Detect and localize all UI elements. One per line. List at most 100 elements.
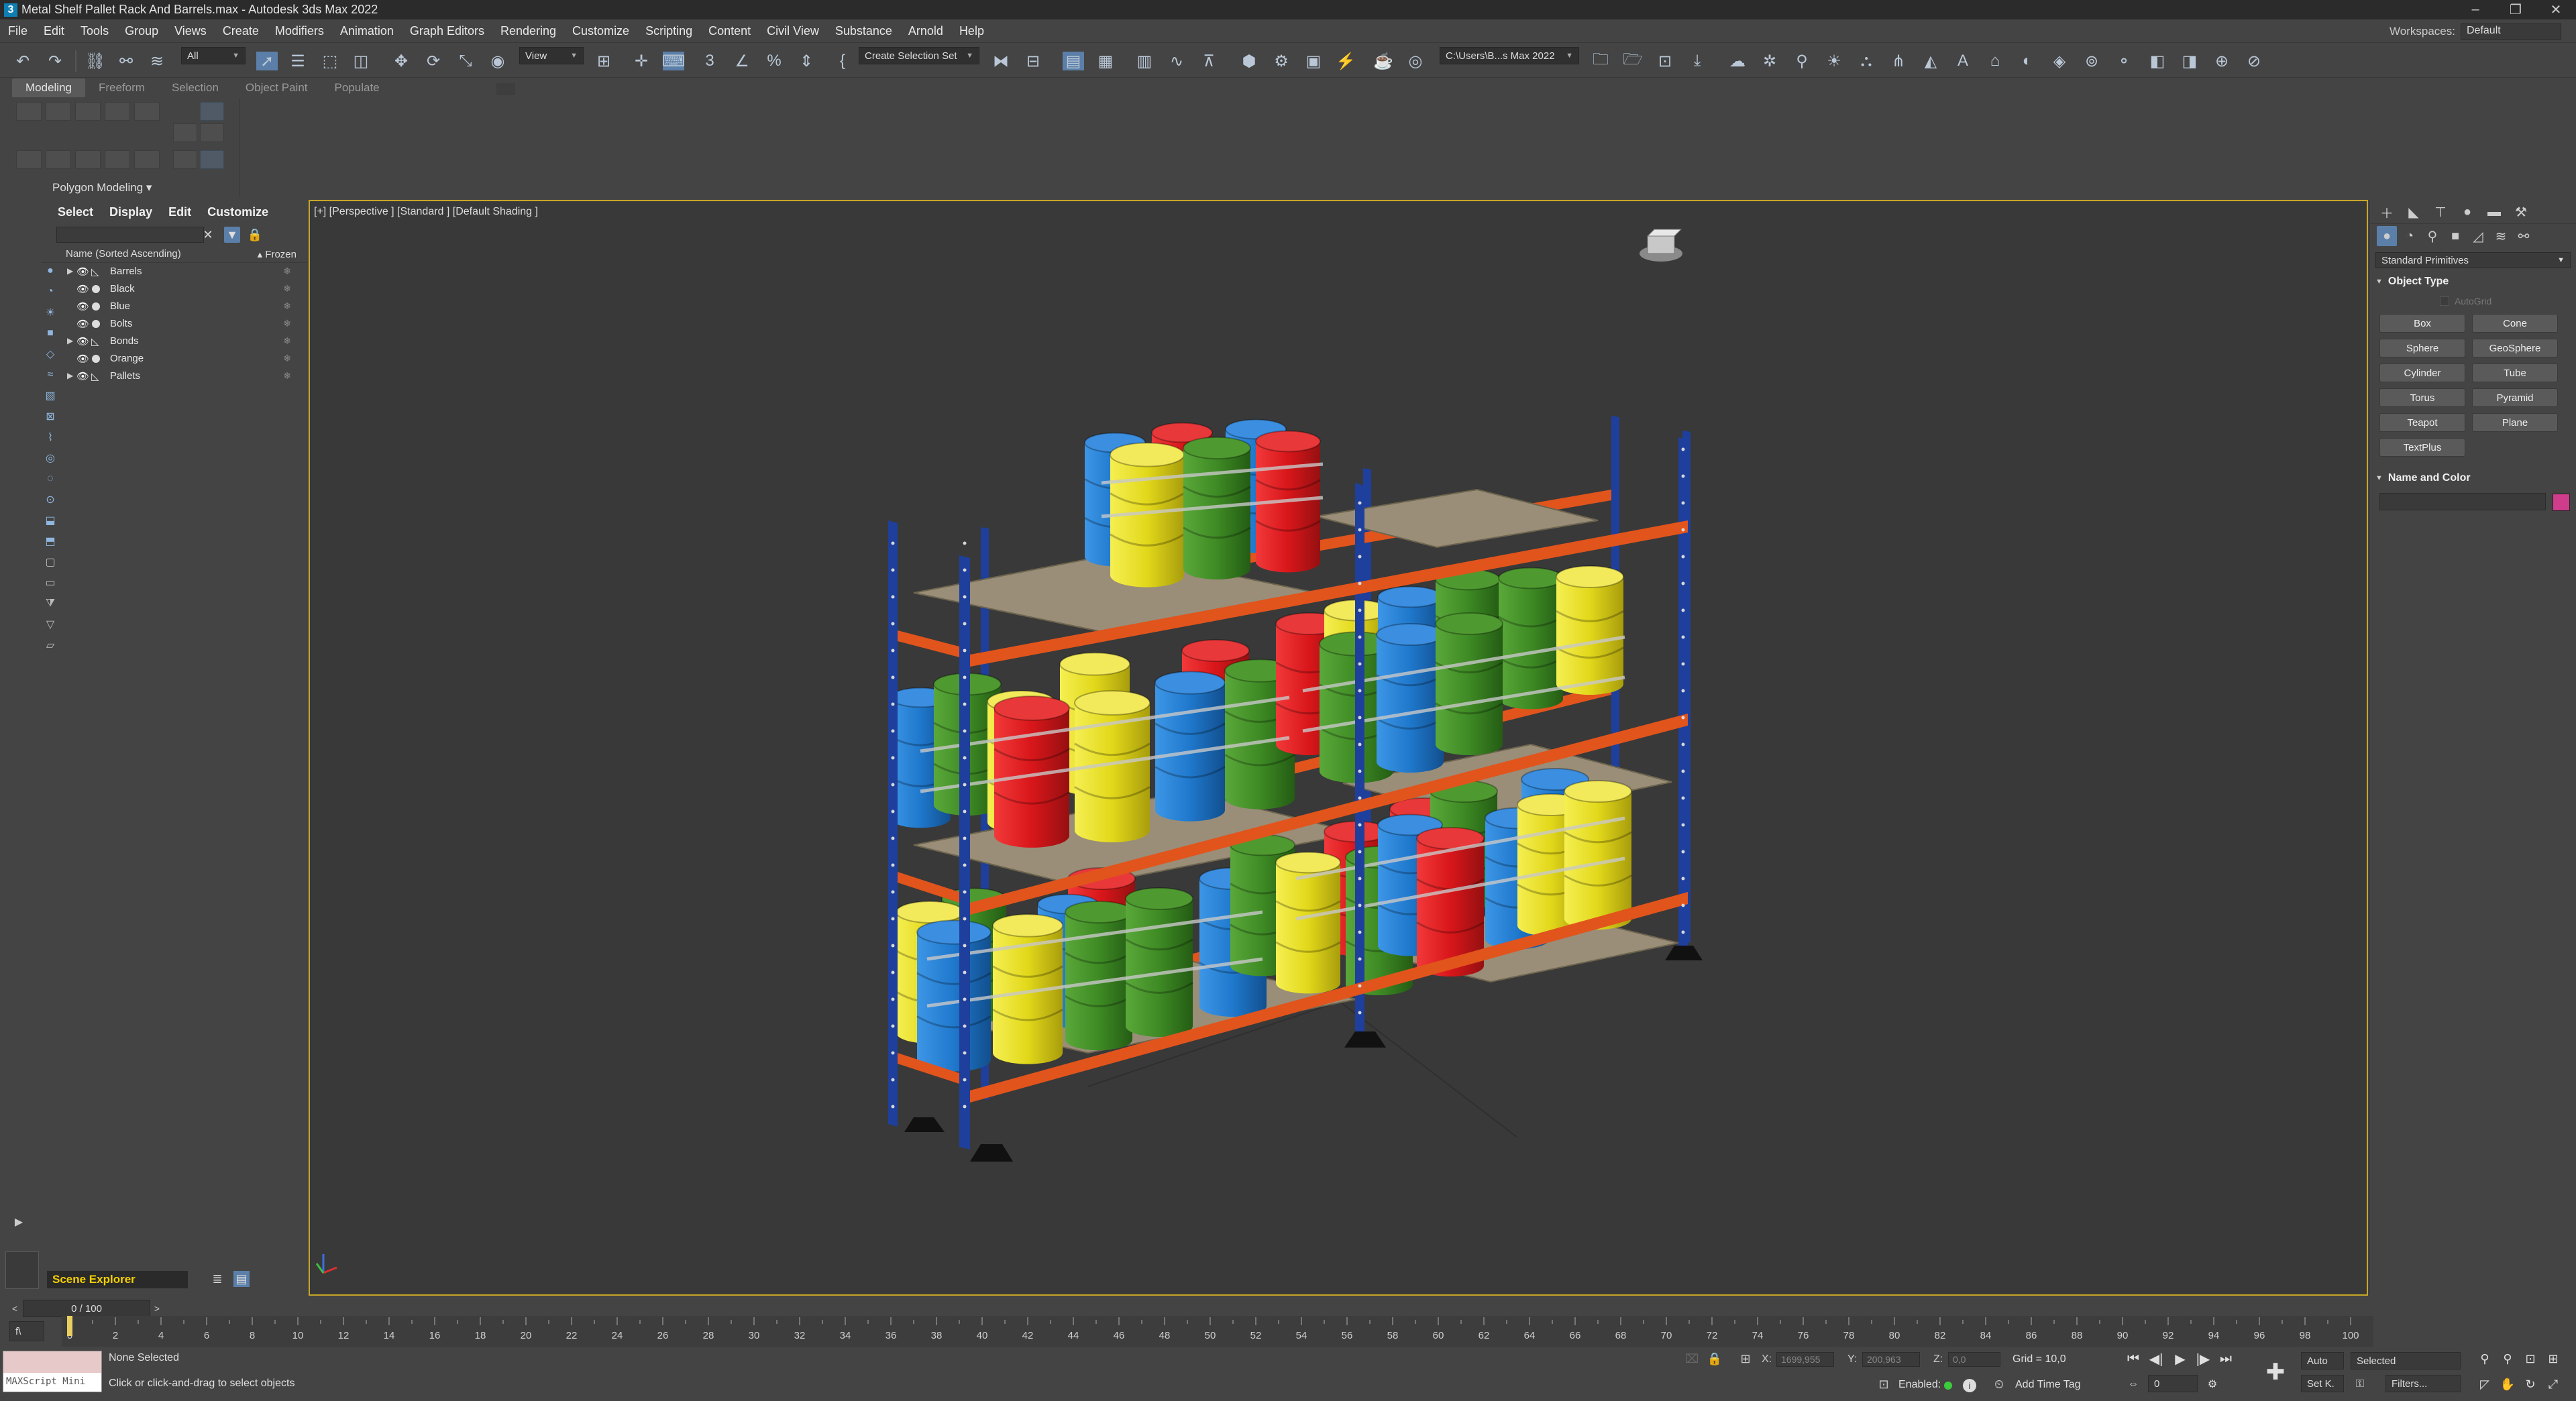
lights-category-icon[interactable]: ⚲ bbox=[2422, 226, 2443, 246]
menu-scripting[interactable]: Scripting bbox=[637, 20, 700, 43]
freeze-icon[interactable]: ❄ bbox=[283, 370, 291, 382]
ribbon-options-button[interactable] bbox=[496, 83, 515, 95]
ribbon-tool-button[interactable] bbox=[16, 102, 42, 121]
visibility-eye-icon[interactable]: 👁 bbox=[76, 266, 89, 278]
menu-edit[interactable]: Edit bbox=[36, 20, 72, 43]
pivot-center-icon[interactable]: ⊞ bbox=[593, 52, 614, 70]
current-frame-field[interactable]: 0 bbox=[2148, 1375, 2198, 1392]
viewport-layout-tab[interactable] bbox=[5, 1251, 39, 1289]
teapot-button[interactable]: Teapot bbox=[2379, 413, 2465, 432]
arnold-render-icon[interactable]: ☁ bbox=[1727, 52, 1748, 70]
geometry-filter-icon[interactable]: ● bbox=[43, 264, 58, 278]
scene-object-row[interactable]: 👁 Black ❄ bbox=[42, 280, 307, 298]
menu-customize[interactable]: Customize bbox=[564, 20, 637, 43]
shapes-category-icon[interactable]: ◔ bbox=[2400, 226, 2420, 246]
time-slider-next-icon[interactable]: > bbox=[150, 1300, 164, 1317]
display-children-icon[interactable]: ⬓ bbox=[43, 513, 58, 528]
time-tag-icon[interactable]: ⏲ bbox=[1988, 1375, 2010, 1394]
ribbon-tool-button[interactable] bbox=[200, 123, 224, 142]
menu-create[interactable]: Create bbox=[215, 20, 267, 43]
select-and-link-icon[interactable]: ⛓ bbox=[85, 52, 106, 70]
ribbon-tab-modeling[interactable]: Modeling bbox=[12, 78, 85, 97]
visibility-eye-icon[interactable]: 👁 bbox=[76, 370, 89, 382]
ribbon-tab-freeform[interactable]: Freeform bbox=[85, 78, 158, 97]
textplus-button[interactable]: TextPlus bbox=[2379, 438, 2465, 457]
arnold-view-icon[interactable]: ⊘ bbox=[2243, 52, 2265, 70]
set-key-button[interactable]: Set K. bbox=[2301, 1375, 2344, 1392]
modify-tab-icon[interactable]: ◣ bbox=[2404, 202, 2424, 222]
systems-category-icon[interactable]: ⚯ bbox=[2514, 226, 2534, 246]
visibility-eye-icon[interactable]: 👁 bbox=[76, 335, 89, 347]
spinner-snap-icon[interactable]: ⇕ bbox=[796, 52, 817, 70]
arnold-frame-icon[interactable]: ⊕ bbox=[2211, 52, 2233, 70]
ribbon-tool-button[interactable] bbox=[105, 150, 130, 169]
key-mode-toggle-icon[interactable]: ⚿ bbox=[2351, 1375, 2369, 1394]
expand-panel-icon[interactable]: ▶ bbox=[8, 1213, 30, 1231]
selection-filter-dropdown[interactable]: All ▼ bbox=[181, 47, 246, 64]
isolate-selection-icon[interactable]: ⌧ bbox=[1681, 1349, 1703, 1368]
ribbon-tool-button[interactable] bbox=[75, 102, 101, 121]
selection-lock-icon[interactable]: 🔒 bbox=[1704, 1349, 1725, 1368]
freeze-icon[interactable]: ❄ bbox=[283, 266, 291, 277]
time-configuration-icon[interactable]: ⚙ bbox=[2203, 1375, 2222, 1394]
edit-named-selection-icon[interactable]: { bbox=[832, 52, 853, 70]
arnold-mapping-icon[interactable]: ◈ bbox=[2049, 52, 2070, 70]
orbit-icon[interactable]: ↻ bbox=[2521, 1375, 2540, 1394]
arnold-light-icon[interactable]: ⚲ bbox=[1791, 52, 1813, 70]
sort-by-hierarchy-icon[interactable]: ≣ bbox=[209, 1271, 225, 1287]
arnold-toggle-icon[interactable]: ◨ bbox=[2179, 52, 2200, 70]
z-coord-field[interactable]: 0,0 bbox=[1948, 1352, 2000, 1367]
go-to-start-icon[interactable]: ⏮ bbox=[2124, 1349, 2143, 1368]
scene-object-row[interactable]: ▶ 👁 ◺ Barrels ❄ bbox=[42, 263, 307, 280]
menu-content[interactable]: Content bbox=[700, 20, 759, 43]
scene-object-row[interactable]: 👁 Orange ❄ bbox=[42, 350, 307, 368]
hierarchy-tab-icon[interactable]: ⊤ bbox=[2430, 202, 2451, 222]
spacewarps-category-icon[interactable]: ≋ bbox=[2491, 226, 2511, 246]
ribbon-tool-button[interactable] bbox=[134, 102, 160, 121]
go-to-end-icon[interactable]: ⏭ bbox=[2216, 1349, 2235, 1368]
helper-filter-icon[interactable]: ◇ bbox=[43, 347, 58, 361]
maxscript-mini-input[interactable]: MAXScript Mini bbox=[3, 1373, 101, 1392]
scene-explorer-name[interactable]: Scene Explorer bbox=[47, 1271, 188, 1288]
layer-icon[interactable]: ▢ bbox=[43, 555, 58, 569]
zoom-extents-all-icon[interactable]: ⊞ bbox=[2544, 1349, 2563, 1368]
display-tab-icon[interactable]: ▬ bbox=[2484, 202, 2504, 222]
filter-funnel-icon[interactable]: ⧩ bbox=[43, 596, 58, 611]
minimize-button[interactable]: – bbox=[2455, 0, 2496, 19]
pan-view-icon[interactable]: ✋ bbox=[2498, 1375, 2517, 1394]
filter-funnel-alt-icon[interactable]: ▽ bbox=[43, 617, 58, 632]
ribbon-toggle-icon[interactable]: ▥ bbox=[1134, 52, 1155, 70]
arnold-settings-icon[interactable]: ✲ bbox=[1759, 52, 1780, 70]
sphere-button[interactable]: Sphere bbox=[2379, 339, 2465, 357]
x-coord-field[interactable]: 1699,955 bbox=[1776, 1352, 1834, 1367]
menu-group[interactable]: Group bbox=[117, 20, 166, 43]
curve-editor-icon[interactable]: ∿ bbox=[1166, 52, 1187, 70]
sort-icon[interactable]: ▭ bbox=[43, 575, 58, 590]
box-button[interactable]: Box bbox=[2379, 314, 2465, 333]
object-name-field[interactable] bbox=[2379, 493, 2546, 510]
key-filters-button[interactable]: Filters... bbox=[2385, 1375, 2461, 1392]
polygon-modeling-label[interactable]: Polygon Modeling ▾ bbox=[52, 181, 152, 194]
ribbon-tab-object-paint[interactable]: Object Paint bbox=[232, 78, 321, 97]
move-icon[interactable]: ✥ bbox=[390, 52, 412, 70]
display-influences-icon[interactable]: ⬒ bbox=[43, 534, 58, 549]
tube-button[interactable]: Tube bbox=[2472, 363, 2558, 382]
schematic-view-icon[interactable]: ⊼ bbox=[1198, 52, 1220, 70]
redo-icon[interactable]: ↷ bbox=[44, 52, 66, 70]
absolute-mode-icon[interactable]: ⊞ bbox=[1735, 1349, 1756, 1368]
set-key-icon[interactable]: ✚ bbox=[2261, 1357, 2290, 1387]
expand-arrow-icon[interactable]: ▶ bbox=[67, 336, 73, 345]
arnold-physical-icon[interactable]: ◐ bbox=[2017, 52, 2038, 70]
display-all-icon[interactable]: ◎ bbox=[43, 451, 58, 465]
arnold-camera-icon[interactable]: ◭ bbox=[1920, 52, 1941, 70]
menu-tools[interactable]: Tools bbox=[72, 20, 117, 43]
menu-civil-view[interactable]: Civil View bbox=[759, 20, 827, 43]
scene-explorer-menu-select[interactable]: Select bbox=[50, 205, 101, 219]
scene-object-row[interactable]: 👁 Blue ❄ bbox=[42, 298, 307, 315]
zoom-extents-icon[interactable]: ⊡ bbox=[2521, 1349, 2540, 1368]
previous-frame-icon[interactable]: ◀| bbox=[2147, 1349, 2165, 1368]
scale-icon[interactable]: ⤡ bbox=[455, 52, 476, 70]
scene-explorer-search[interactable] bbox=[56, 227, 204, 243]
ribbon-tool-button[interactable] bbox=[134, 150, 160, 169]
freeze-icon[interactable]: ❄ bbox=[283, 353, 291, 364]
